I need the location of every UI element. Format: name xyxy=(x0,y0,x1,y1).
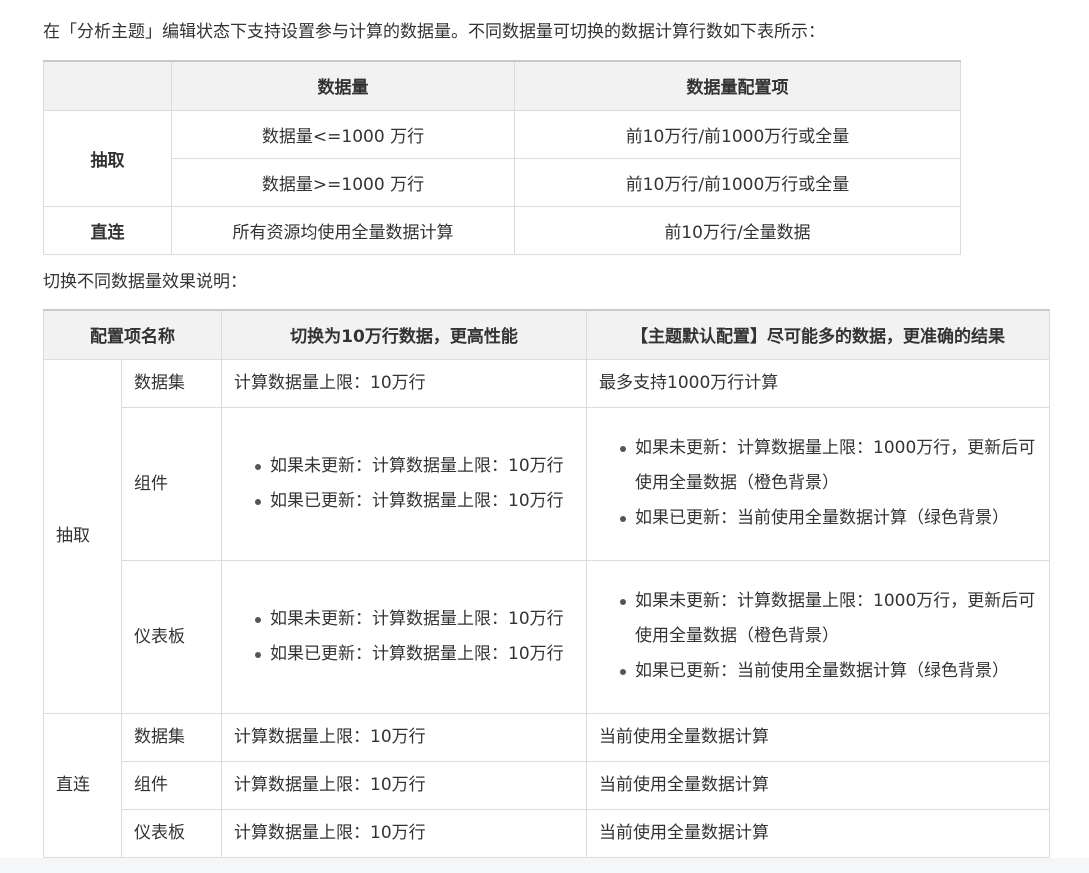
data-volume-table: 数据量 数据量配置项 抽取 数据量<=1000 万行 前10万行/前1000万行… xyxy=(43,60,961,255)
list-item: 如果未更新：计算数据量上限：1000万行，更新后可使用全量数据（橙色背景） xyxy=(620,584,1037,654)
default-config-cell: 当前使用全量数据计算 xyxy=(586,808,1050,858)
high-performance-cell: 计算数据量上限：10万行 xyxy=(221,712,587,762)
list-item: 如果未更新：计算数据量上限：1000万行，更新后可使用全量数据（橙色背景） xyxy=(620,431,1037,501)
high-performance-cell: 计算数据量上限：10万行 xyxy=(221,760,587,810)
item-name-cell: 组件 xyxy=(121,760,222,810)
default-config-cell: 如果未更新：计算数据量上限：1000万行，更新后可使用全量数据（橙色背景） 如果… xyxy=(586,406,1050,561)
data-amount-cell: 所有资源均使用全量数据计算 xyxy=(171,205,515,255)
default-config-cell: 当前使用全量数据计算 xyxy=(586,760,1050,810)
group-label-extract: 抽取 xyxy=(43,358,122,714)
table-row: 数据量>=1000 万行 前10万行/前1000万行或全量 xyxy=(44,157,961,207)
effect-description-table: 配置项名称 切换为10万行数据，更高性能 【主题默认配置】尽可能多的数据，更准确… xyxy=(43,309,1050,858)
bottom-divider xyxy=(0,858,1089,873)
table-row: 直连 所有资源均使用全量数据计算 前10万行/全量数据 xyxy=(43,205,961,255)
item-name-cell: 仪表板 xyxy=(121,808,222,858)
config-option-cell: 前10万行/全量数据 xyxy=(514,205,961,255)
config-option-cell: 前10万行/前1000万行或全量 xyxy=(514,157,961,207)
table-row: 仪表板 如果未更新：计算数据量上限：10万行 如果已更新：计算数据量上限：10万… xyxy=(44,559,1050,714)
list-item: 如果已更新：当前使用全量数据计算（绿色背景） xyxy=(620,501,1037,536)
item-name-cell: 数据集 xyxy=(121,358,222,408)
list-item: 如果已更新：当前使用全量数据计算（绿色背景） xyxy=(620,654,1037,689)
data-amount-cell: 数据量>=1000 万行 xyxy=(171,157,515,207)
table-row: 抽取 数据集 计算数据量上限：10万行 最多支持1000万行计算 xyxy=(43,358,1050,714)
table-header-cell xyxy=(43,60,172,111)
default-config-cell: 如果未更新：计算数据量上限：1000万行，更新后可使用全量数据（橙色背景） 如果… xyxy=(586,559,1050,714)
default-config-cell: 当前使用全量数据计算 xyxy=(586,712,1050,762)
table-header-row: 数据量 数据量配置项 xyxy=(43,60,961,111)
group-label-extract: 抽取 xyxy=(43,109,172,207)
table-header-cell: 【主题默认配置】尽可能多的数据，更准确的结果 xyxy=(586,309,1050,360)
table-header-cell: 数据量配置项 xyxy=(514,60,961,111)
high-performance-cell: 计算数据量上限：10万行 xyxy=(221,358,587,408)
high-performance-cell: 如果未更新：计算数据量上限：10万行 如果已更新：计算数据量上限：10万行 xyxy=(221,406,587,561)
bullet-list: 如果未更新：计算数据量上限：10万行 如果已更新：计算数据量上限：10万行 xyxy=(234,449,574,519)
table-row: 组件 如果未更新：计算数据量上限：10万行 如果已更新：计算数据量上限：10万行… xyxy=(44,406,1050,561)
table-header-row: 配置项名称 切换为10万行数据，更高性能 【主题默认配置】尽可能多的数据，更准确… xyxy=(43,309,1050,360)
list-item: 如果已更新：计算数据量上限：10万行 xyxy=(255,484,574,519)
item-name-cell: 仪表板 xyxy=(121,559,222,714)
list-item: 如果已更新：计算数据量上限：10万行 xyxy=(255,637,574,672)
section-paragraph: 切换不同数据量效果说明： xyxy=(43,272,247,292)
table-row: 抽取 数据量<=1000 万行 前10万行/前1000万行或全量 xyxy=(43,109,961,207)
table-header-cell: 切换为10万行数据，更高性能 xyxy=(221,309,587,360)
bullet-list: 如果未更新：计算数据量上限：1000万行，更新后可使用全量数据（橙色背景） 如果… xyxy=(599,584,1037,689)
group-label-direct: 直连 xyxy=(43,712,122,858)
bullet-list: 如果未更新：计算数据量上限：1000万行，更新后可使用全量数据（橙色背景） 如果… xyxy=(599,431,1037,536)
item-name-cell: 数据集 xyxy=(121,712,222,762)
table-row: 仪表板 计算数据量上限：10万行 当前使用全量数据计算 xyxy=(44,808,1050,858)
default-config-cell: 最多支持1000万行计算 xyxy=(586,358,1050,408)
table-row: 组件 计算数据量上限：10万行 当前使用全量数据计算 xyxy=(44,760,1050,810)
high-performance-cell: 如果未更新：计算数据量上限：10万行 如果已更新：计算数据量上限：10万行 xyxy=(221,559,587,714)
list-item: 如果未更新：计算数据量上限：10万行 xyxy=(255,449,574,484)
bullet-list: 如果未更新：计算数据量上限：10万行 如果已更新：计算数据量上限：10万行 xyxy=(234,602,574,672)
table-row: 直连 数据集 计算数据量上限：10万行 当前使用全量数据计算 xyxy=(43,712,1050,858)
item-name-cell: 组件 xyxy=(121,406,222,561)
group-label-direct: 直连 xyxy=(43,205,172,255)
high-performance-cell: 计算数据量上限：10万行 xyxy=(221,808,587,858)
table-header-cell: 配置项名称 xyxy=(43,309,222,360)
list-item: 如果未更新：计算数据量上限：10万行 xyxy=(255,602,574,637)
config-option-cell: 前10万行/前1000万行或全量 xyxy=(514,109,961,159)
data-amount-cell: 数据量<=1000 万行 xyxy=(171,109,515,159)
table-header-cell: 数据量 xyxy=(171,60,515,111)
intro-paragraph: 在「分析主题」编辑状态下支持设置参与计算的数据量。不同数据量可切换的数据计算行数… xyxy=(43,22,825,42)
